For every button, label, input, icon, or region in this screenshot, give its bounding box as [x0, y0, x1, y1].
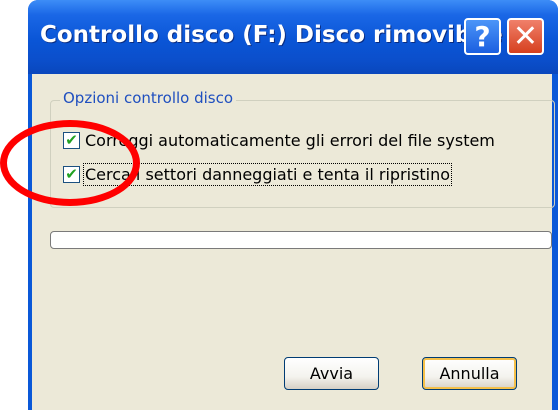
start-button[interactable]: Avvia: [284, 357, 379, 390]
fix-errors-label[interactable]: Correggi automaticamente gli errori del …: [85, 131, 495, 150]
checkmark-icon: ✔: [65, 131, 78, 149]
scan-sectors-label[interactable]: Cerca i settori danneggiati e tenta il r…: [82, 163, 453, 186]
fix-errors-option[interactable]: ✔ Correggi automaticamente gli errori de…: [63, 131, 495, 150]
checkmark-icon: ✔: [65, 165, 78, 183]
help-icon: ?: [474, 20, 491, 53]
group-legend: Opzioni controllo disco: [60, 89, 237, 107]
progress-bar: [50, 231, 552, 249]
fix-errors-checkbox[interactable]: ✔: [63, 132, 80, 149]
close-button[interactable]: ✕: [507, 18, 544, 55]
cancel-button[interactable]: Annulla: [422, 357, 517, 390]
title-bar[interactable]: Controllo disco (F:) Disco rimovibile ? …: [28, 0, 558, 74]
options-groupbox: [50, 100, 555, 208]
scan-sectors-option[interactable]: ✔ Cerca i settori danneggiati e tenta il…: [63, 163, 453, 186]
scan-sectors-checkbox[interactable]: ✔: [63, 166, 80, 183]
dialog-window: Controllo disco (F:) Disco rimovibile ? …: [28, 0, 558, 410]
dialog-body: Opzioni controllo disco ✔ Correggi autom…: [32, 74, 555, 410]
help-button[interactable]: ?: [464, 18, 501, 55]
close-icon: ✕: [512, 19, 539, 54]
window-title: Controllo disco (F:) Disco rimovibile: [40, 22, 503, 48]
